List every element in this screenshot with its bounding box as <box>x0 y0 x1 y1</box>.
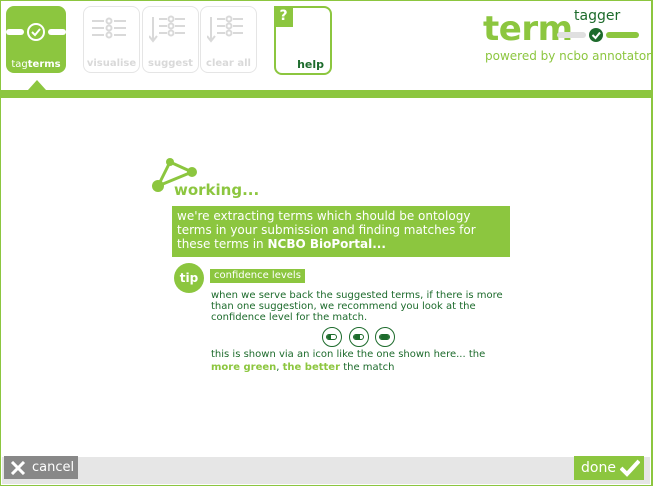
toolbar-divider <box>0 90 653 98</box>
working-title: working... <box>174 181 260 199</box>
logo-pill-icon <box>557 28 639 42</box>
tag-terms-label: tagterms <box>11 59 61 70</box>
tip-badge: tip <box>174 263 204 293</box>
confidence-icons <box>322 327 396 347</box>
confidence-low-icon <box>322 327 342 347</box>
logo-powered-by: powered by ncbo annotator <box>485 49 652 63</box>
suggest-label: suggest <box>148 58 193 69</box>
check-circle-icon <box>6 23 66 41</box>
done-button[interactable]: done <box>574 456 644 480</box>
help-button[interactable]: ? help <box>274 6 332 75</box>
tip-description: when we serve back the suggested terms, … <box>211 290 503 323</box>
checkmark-icon <box>620 459 640 477</box>
active-tool-pointer <box>28 80 46 90</box>
cancel-label: cancel <box>32 460 75 475</box>
visualise-label: visualise <box>86 58 137 69</box>
list-icon <box>92 17 126 39</box>
working-message: we're extracting terms which should be o… <box>172 206 510 257</box>
help-question-icon: ? <box>274 6 293 27</box>
visualise-button[interactable]: visualise <box>83 6 140 73</box>
toolbar: tagterms visualise suggest clear all ? h… <box>0 0 653 98</box>
clear-list-icon <box>207 15 243 43</box>
confidence-high-icon <box>375 327 395 347</box>
clear-all-label: clear all <box>206 58 251 69</box>
suggest-button[interactable]: suggest <box>142 6 199 73</box>
message-line: these terms in NCBO BioPortal... <box>177 237 386 251</box>
message-line: we're extracting terms which should be o… <box>177 209 471 223</box>
clear-all-button[interactable]: clear all <box>200 6 257 73</box>
cancel-button[interactable]: cancel <box>4 456 78 479</box>
done-label: done <box>581 460 616 476</box>
footer-bar <box>2 457 650 484</box>
close-icon <box>10 461 26 475</box>
tip-explanation: this is shown via an icon like the one s… <box>211 349 486 373</box>
confidence-medium-icon <box>349 327 369 347</box>
suggest-list-icon <box>149 15 185 43</box>
tag-terms-button[interactable]: tagterms <box>6 6 66 73</box>
app-logo: term tagger powered by ncbo annotator <box>480 6 652 66</box>
message-line: terms in your submission and finding mat… <box>177 223 476 237</box>
help-label: help <box>297 58 324 71</box>
tip-title: confidence levels <box>210 269 305 283</box>
logo-tagger-text: tagger <box>574 8 621 24</box>
